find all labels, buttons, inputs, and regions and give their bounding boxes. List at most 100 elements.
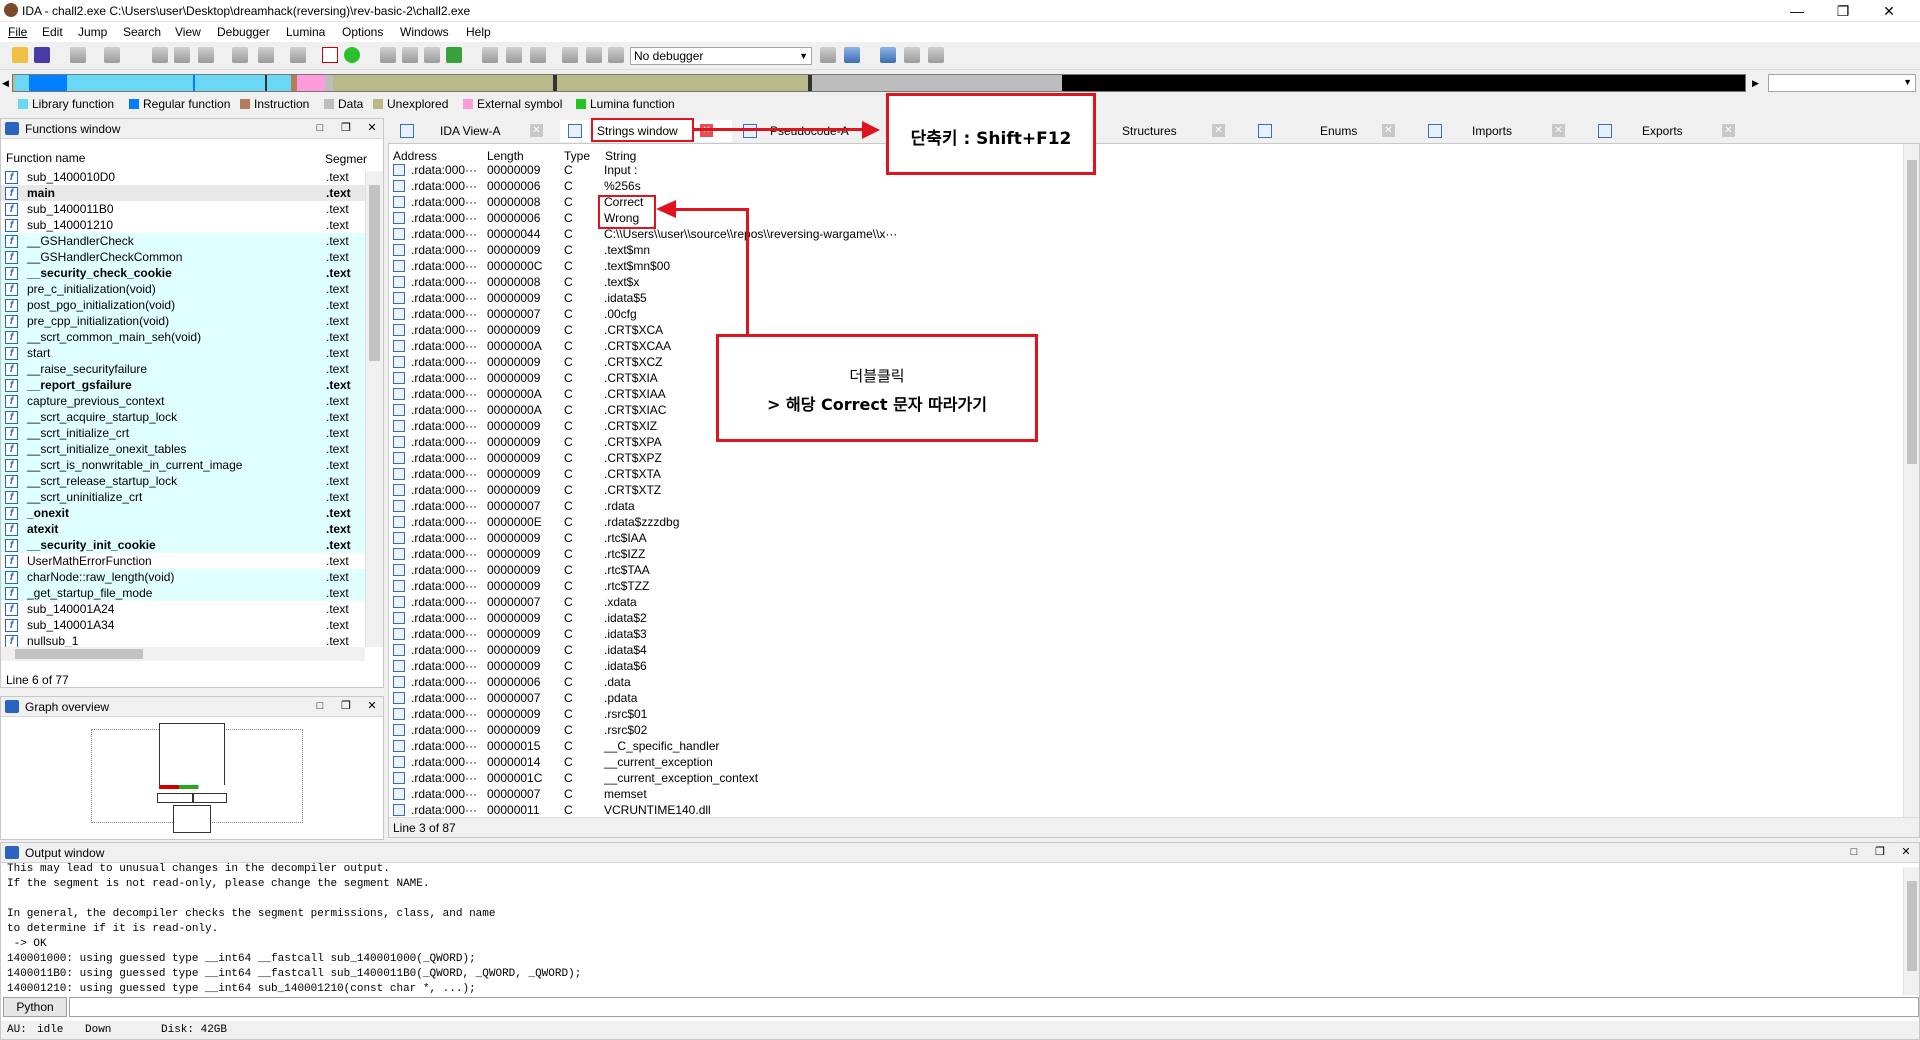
- function-row[interactable]: f __scrt_initialize_onexit_tables .text: [1, 441, 365, 457]
- string-row[interactable]: .rdata:000··· 00000015 C __C_specific_handl…: [389, 738, 1901, 754]
- string-row[interactable]: .rdata:000··· 00000009 C .CRT$XPZ: [389, 450, 1901, 466]
- function-row[interactable]: f charNode::raw_length(void) .text: [1, 569, 365, 585]
- command-input[interactable]: [69, 997, 1919, 1017]
- nav-right-icon[interactable]: ▶: [1752, 74, 1764, 92]
- maximize-icon[interactable]: □: [1847, 845, 1861, 859]
- function-row[interactable]: f capture_previous_context .text: [1, 393, 365, 409]
- string-row[interactable]: .rdata:000··· 00000009 C .rtc$TAA: [389, 562, 1901, 578]
- string-row[interactable]: .rdata:000··· 0000000A C .CRT$XCAA: [389, 338, 1901, 354]
- close-icon[interactable]: ✕: [530, 124, 543, 137]
- search-immediate-icon[interactable]: [232, 47, 248, 63]
- string-row[interactable]: .rdata:000··· 00000009 C .idata$2: [389, 610, 1901, 626]
- stop-icon[interactable]: [608, 47, 624, 63]
- string-row[interactable]: .rdata:000··· 00000009 C Input :: [389, 162, 1901, 178]
- string-row[interactable]: .rdata:000··· 00000009 C .CRT$XIA: [389, 370, 1901, 386]
- function-row[interactable]: f __scrt_common_main_seh(void) .text: [1, 329, 365, 345]
- add-function-icon[interactable]: [402, 47, 418, 63]
- scroll-thumb[interactable]: [1907, 160, 1917, 464]
- menu-windows[interactable]: Windows: [400, 25, 449, 39]
- patch-icon[interactable]: [506, 47, 522, 63]
- string-row[interactable]: .rdata:000··· 0000000A C .CRT$XIAC: [389, 402, 1901, 418]
- string-row[interactable]: .rdata:000··· 0000000C C .text$mn$00: [389, 258, 1901, 274]
- string-row[interactable]: .rdata:000··· 00000009 C .idata$4: [389, 642, 1901, 658]
- string-row[interactable]: .rdata:000··· 0000000A C .CRT$XIAA: [389, 386, 1901, 402]
- function-row[interactable]: f __report_gsfailure .text: [1, 377, 365, 393]
- function-row[interactable]: f pre_cpp_initialization(void) .text: [1, 313, 365, 329]
- string-row[interactable]: .rdata:000··· 0000000E C .rdata$zzzdbg: [389, 514, 1901, 530]
- cancel-icon[interactable]: [530, 47, 546, 63]
- edit-function-icon[interactable]: [424, 47, 440, 63]
- function-row[interactable]: f sub_140001A34 .text: [1, 617, 365, 633]
- string-row[interactable]: .rdata:000··· 00000007 C .pdata: [389, 690, 1901, 706]
- segments-icon[interactable]: [380, 47, 396, 63]
- string-row[interactable]: .rdata:000··· 00000008 C .text$x: [389, 274, 1901, 290]
- maximize-icon[interactable]: □: [313, 121, 327, 135]
- function-row[interactable]: f __scrt_is_nonwritable_in_current_image.…: [1, 457, 365, 473]
- settings-icon[interactable]: [928, 47, 944, 63]
- tab-imports[interactable]: Imports ✕: [1420, 120, 1570, 142]
- close-window-button[interactable]: ✕: [1866, 0, 1912, 22]
- open-file-icon[interactable]: [12, 47, 28, 63]
- menu-edit[interactable]: Edit: [42, 25, 63, 39]
- function-row[interactable]: f main .text: [1, 185, 365, 201]
- string-row[interactable]: .rdata:000··· 00000007 Cmemset: [389, 786, 1901, 802]
- string-row[interactable]: .rdata:000··· 00000009 C .CRT$XIZ: [389, 418, 1901, 434]
- trace-icon[interactable]: [904, 47, 920, 63]
- down-arrow-icon[interactable]: [258, 47, 274, 63]
- function-row[interactable]: f __GSHandlerCheckCommon .text: [1, 249, 365, 265]
- column-length[interactable]: Length: [487, 149, 524, 163]
- string-row[interactable]: .rdata:000··· 00000009 C .CRT$XCA: [389, 322, 1901, 338]
- tab-structures[interactable]: Structures ✕: [1100, 120, 1230, 142]
- string-row[interactable]: .rdata:000··· 00000009 C .CRT$XTZ: [389, 482, 1901, 498]
- close-icon[interactable]: ✕: [365, 121, 379, 135]
- pause-icon[interactable]: [586, 47, 602, 63]
- lumina-icon[interactable]: [344, 47, 360, 63]
- string-row[interactable]: .rdata:000··· 00000009 C .idata$3: [389, 626, 1901, 642]
- float-icon[interactable]: ❐: [1873, 845, 1887, 859]
- hex-view-icon[interactable]: [290, 47, 306, 63]
- scroll-thumb[interactable]: [369, 185, 380, 361]
- function-row[interactable]: f __scrt_acquire_startup_lock .text: [1, 409, 365, 425]
- graph-mode-icon[interactable]: [322, 47, 338, 63]
- string-row[interactable]: .rdata:000··· 00000009 C .rsrc$01: [389, 706, 1901, 722]
- binary-search-icon[interactable]: [152, 47, 168, 63]
- string-row[interactable]: .rdata:000··· 00000014 C __current_exceptio…: [389, 754, 1901, 770]
- function-row[interactable]: f UserMathErrorFunction .text: [1, 553, 365, 569]
- segment-combo[interactable]: ▼: [1768, 74, 1916, 92]
- string-row[interactable]: .rdata:000··· 0000001C C __current_exceptio…: [389, 770, 1901, 786]
- navigation-band[interactable]: [12, 74, 1746, 92]
- menu-jump[interactable]: Jump: [78, 25, 107, 39]
- strings-vscroll[interactable]: [1903, 144, 1919, 817]
- function-row[interactable]: f sub_1400010D0 .text: [1, 169, 365, 185]
- menu-help[interactable]: Help: [466, 25, 491, 39]
- function-row[interactable]: f pre_c_initialization(void) .text: [1, 281, 365, 297]
- string-row[interactable]: .rdata:000··· 00000007 C .rdata: [389, 498, 1901, 514]
- attach-icon[interactable]: [820, 47, 836, 63]
- close-icon[interactable]: ✕: [1722, 124, 1735, 137]
- function-row[interactable]: f sub_140001210 .text: [1, 217, 365, 233]
- float-icon[interactable]: ❐: [339, 121, 353, 135]
- plugin-icon[interactable]: [482, 47, 498, 63]
- string-row[interactable]: .rdata:000··· 00000009 C .idata$6: [389, 658, 1901, 674]
- function-row[interactable]: f sub_140001A24 .text: [1, 601, 365, 617]
- output-vscroll[interactable]: [1903, 867, 1919, 995]
- menu-view[interactable]: View: [175, 25, 201, 39]
- close-icon[interactable]: ✕: [1552, 124, 1565, 137]
- string-row[interactable]: .rdata:000··· 00000009 C .CRT$XTA: [389, 466, 1901, 482]
- play-icon[interactable]: [562, 47, 578, 63]
- menu-debugger[interactable]: Debugger: [217, 25, 270, 39]
- column-segment[interactable]: Segmer: [325, 152, 367, 166]
- step-icon[interactable]: [844, 47, 860, 63]
- close-icon[interactable]: ✕: [365, 699, 379, 713]
- string-row[interactable]: .rdata:000··· 00000009 C .rtc$IAA: [389, 530, 1901, 546]
- string-row[interactable]: .rdata:000··· 00000009 C .CRT$XPA: [389, 434, 1901, 450]
- python-button[interactable]: Python: [3, 997, 67, 1017]
- breakpoints-icon[interactable]: [880, 47, 896, 63]
- close-icon[interactable]: ✕: [1382, 124, 1395, 137]
- hscroll-thumb[interactable]: [15, 649, 143, 659]
- function-row[interactable]: f __security_init_cookie .text: [1, 537, 365, 553]
- forward-arrow-icon[interactable]: [104, 47, 120, 63]
- menu-options[interactable]: Options: [342, 25, 383, 39]
- string-row[interactable]: .rdata:000··· 00000006 C %256s: [389, 178, 1901, 194]
- function-row[interactable]: f __GSHandlerCheck .text: [1, 233, 365, 249]
